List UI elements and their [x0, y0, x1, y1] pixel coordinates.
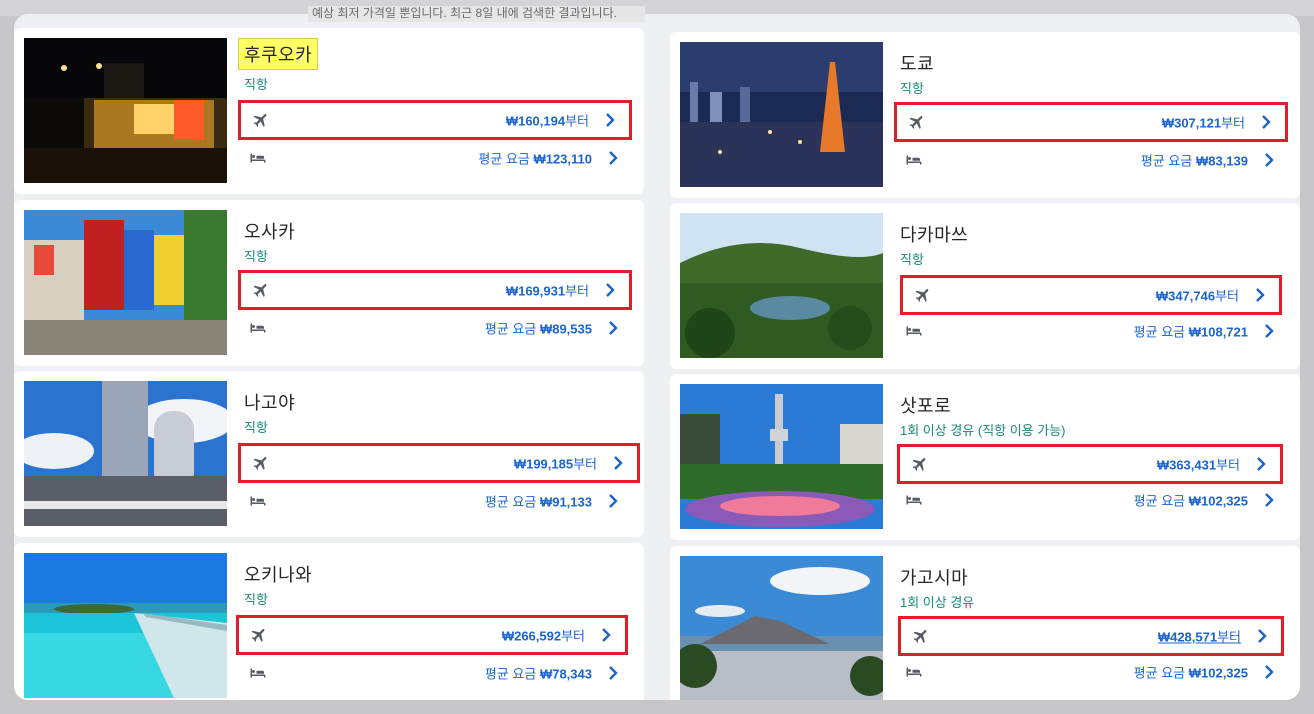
city-name[interactable]: 나고야 — [244, 389, 295, 415]
chevron-right-icon[interactable] — [605, 113, 615, 127]
chevron-right-icon[interactable] — [1264, 153, 1274, 167]
airplane-icon — [253, 114, 267, 127]
airplane-icon — [909, 116, 923, 129]
chevron-right-icon[interactable] — [1256, 457, 1266, 471]
hotel-price-row[interactable]: 평균 요금 ₩102,325 — [894, 652, 1288, 692]
flight-price-row[interactable]: ₩266,592부터 — [236, 615, 628, 655]
hotel-price[interactable]: 평균 요금 ₩89,535 — [485, 319, 592, 338]
flight-price-row[interactable]: ₩363,431부터 — [897, 444, 1283, 484]
flight-price[interactable]: ₩160,194부터 — [506, 111, 589, 130]
bed-icon — [250, 668, 266, 678]
city-photo[interactable] — [680, 42, 883, 187]
hotel-price[interactable]: 평균 요금 ₩108,721 — [1134, 322, 1248, 341]
chevron-right-icon[interactable] — [1264, 493, 1274, 507]
bed-icon — [906, 495, 922, 505]
hotel-price-row[interactable]: 평균 요금 ₩102,325 — [894, 480, 1288, 520]
route-type: 직항 — [900, 252, 924, 267]
route-type: 직항 — [244, 592, 268, 607]
flight-price[interactable]: ₩199,185부터 — [514, 454, 597, 473]
flight-price-row[interactable]: ₩347,746부터 — [900, 275, 1282, 315]
route-type: 1회 이상 경유 — [900, 595, 975, 610]
route-type: 직항 — [244, 77, 268, 92]
destination-card[interactable]: 다카마쓰 직항 ₩347,746부터 평균 요금 ₩108,721 — [670, 203, 1300, 369]
city-name[interactable]: 삿포로 — [900, 392, 951, 418]
airplane-icon — [915, 289, 929, 302]
chevron-right-icon[interactable] — [608, 494, 618, 508]
hotel-price[interactable]: 평균 요금 ₩102,325 — [1134, 491, 1248, 510]
city-name[interactable]: 가고시마 — [900, 564, 968, 590]
city-name[interactable]: 오키나와 — [244, 561, 312, 587]
chevron-right-icon[interactable] — [1261, 115, 1271, 129]
city-name[interactable]: 후쿠오카 — [238, 38, 319, 70]
results-panel: 후쿠오카 직항 ₩160,194부터 평균 요금 ₩123,110 도쿄 직항 … — [14, 14, 1300, 700]
destination-card[interactable]: 삿포로 1회 이상 경유 (직항 이용 가능) ₩363,431부터 평균 요금… — [670, 374, 1300, 540]
bed-icon — [250, 323, 266, 333]
route-type: 직항 — [900, 81, 924, 96]
route-type: 직항 — [244, 249, 268, 264]
chevron-right-icon[interactable] — [605, 283, 615, 297]
city-photo[interactable] — [680, 384, 883, 529]
city-photo[interactable] — [24, 210, 227, 355]
city-photo[interactable] — [680, 556, 883, 700]
airplane-icon — [913, 630, 927, 643]
chevron-right-icon[interactable] — [1264, 665, 1274, 679]
destination-card[interactable]: 후쿠오카 직항 ₩160,194부터 평균 요금 ₩123,110 — [14, 28, 644, 194]
bed-icon — [250, 496, 266, 506]
flight-price[interactable]: ₩363,431부터 — [1157, 455, 1240, 474]
flight-price[interactable]: ₩307,121부터 — [1162, 113, 1245, 132]
chevron-right-icon[interactable] — [601, 628, 611, 642]
destination-card[interactable]: 나고야 직항 ₩199,185부터 평균 요금 ₩91,133 — [14, 371, 644, 537]
city-name[interactable]: 다카마쓰 — [900, 221, 968, 247]
flight-price[interactable]: ₩428,571부터 — [1158, 627, 1241, 646]
airplane-icon — [912, 458, 926, 471]
destination-card[interactable]: 가고시마 1회 이상 경유 ₩428,571부터 평균 요금 ₩102,325 — [670, 546, 1300, 700]
hotel-price-row[interactable]: 평균 요금 ₩108,721 — [894, 311, 1288, 351]
destination-card[interactable]: 오사카 직항 ₩169,931부터 평균 요금 ₩89,535 — [14, 200, 644, 366]
destination-card[interactable]: 도쿄 직항 ₩307,121부터 평균 요금 ₩83,139 — [670, 32, 1300, 198]
flight-price[interactable]: ₩169,931부터 — [506, 281, 589, 300]
airplane-icon — [253, 284, 267, 297]
chevron-right-icon[interactable] — [608, 666, 618, 680]
hotel-price-row[interactable]: 평균 요금 ₩83,139 — [894, 140, 1288, 180]
hotel-price-row[interactable]: 평균 요금 ₩89,535 — [238, 308, 632, 348]
city-photo[interactable] — [680, 213, 883, 358]
chevron-right-icon[interactable] — [613, 456, 623, 470]
city-name[interactable]: 오사카 — [244, 218, 295, 244]
flight-price-row[interactable]: ₩169,931부터 — [238, 270, 632, 310]
airplane-icon — [253, 457, 267, 470]
route-type: 직항 — [244, 420, 268, 435]
city-photo[interactable] — [24, 38, 227, 183]
flight-price-row[interactable]: ₩160,194부터 — [238, 100, 632, 140]
flight-price-row[interactable]: ₩307,121부터 — [894, 102, 1288, 142]
hotel-price[interactable]: 평균 요금 ₩91,133 — [485, 492, 592, 511]
chevron-right-icon[interactable] — [1257, 629, 1267, 643]
bed-icon — [906, 155, 922, 165]
city-photo[interactable] — [24, 381, 227, 526]
flight-price[interactable]: ₩347,746부터 — [1156, 286, 1239, 305]
flight-price-row[interactable]: ₩428,571부터 — [898, 616, 1284, 656]
hotel-price[interactable]: 평균 요금 ₩83,139 — [1141, 151, 1248, 170]
bed-icon — [250, 153, 266, 163]
bed-icon — [906, 667, 922, 677]
route-type: 1회 이상 경유 (직항 이용 가능) — [900, 423, 1066, 438]
chevron-right-icon[interactable] — [1255, 288, 1265, 302]
city-name[interactable]: 도쿄 — [900, 50, 934, 76]
chevron-right-icon[interactable] — [1264, 324, 1274, 338]
bed-icon — [906, 326, 922, 336]
hotel-price-row[interactable]: 평균 요금 ₩123,110 — [238, 138, 632, 178]
hotel-price-row[interactable]: 평균 요금 ₩91,133 — [238, 481, 632, 521]
city-photo[interactable] — [24, 553, 227, 698]
flight-price-row[interactable]: ₩199,185부터 — [238, 443, 640, 483]
hotel-price[interactable]: 평균 요금 ₩102,325 — [1134, 663, 1248, 682]
flight-price[interactable]: ₩266,592부터 — [502, 626, 585, 645]
destination-card[interactable]: 오키나와 직항 ₩266,592부터 평균 요금 ₩78,343 — [14, 543, 644, 700]
airplane-icon — [251, 629, 265, 642]
chevron-right-icon[interactable] — [608, 151, 618, 165]
hotel-price[interactable]: 평균 요금 ₩78,343 — [485, 664, 592, 683]
chevron-right-icon[interactable] — [608, 321, 618, 335]
hotel-price-row[interactable]: 평균 요금 ₩78,343 — [238, 653, 632, 693]
hotel-price[interactable]: 평균 요금 ₩123,110 — [478, 149, 592, 168]
price-notice: 예상 최저 가격일 뿐입니다. 최근 8일 내에 검색한 결과입니다. — [308, 6, 645, 22]
